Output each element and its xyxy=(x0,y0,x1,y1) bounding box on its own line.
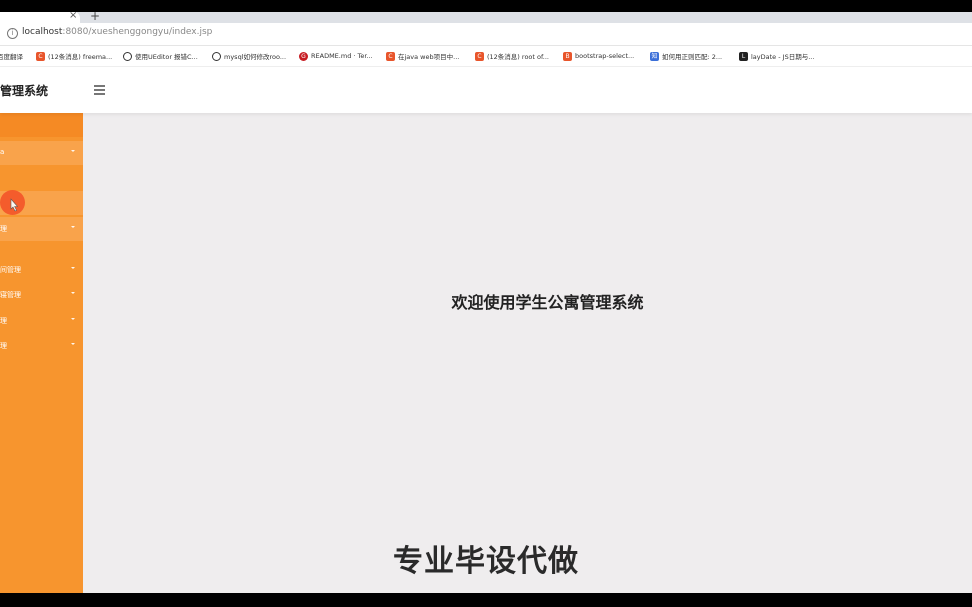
url-path: :8080/xueshenggongyu/index.jsp xyxy=(62,27,213,37)
click-highlight-circle xyxy=(0,190,25,215)
tab-close-button[interactable]: × xyxy=(69,12,77,21)
zhihu-icon: 知 xyxy=(650,51,659,61)
github-icon xyxy=(212,51,221,61)
welcome-message: 欢迎使用学生公寓管理系统 xyxy=(451,293,644,312)
chevron-down-icon xyxy=(71,150,75,152)
address-bar[interactable]: i localhost:8080/xueshenggongyu/index.js… xyxy=(0,23,972,46)
github-icon xyxy=(123,51,132,61)
browser-window: × + i localhost:8080/xueshenggongyu/inde… xyxy=(0,12,972,593)
layui-icon: L xyxy=(739,51,748,61)
bookmark-6[interactable]: C (12条消息) root of... xyxy=(475,51,549,61)
sidebar-item-0[interactable]: a xyxy=(0,141,83,165)
bookmark-9[interactable]: LlayDate - JS日期与... xyxy=(739,51,814,61)
sidebar-item-8[interactable]: 理 xyxy=(0,334,83,358)
video-watermark-caption: 专业毕设代做 xyxy=(393,544,579,579)
sidebar-item-7[interactable]: 理 xyxy=(0,309,83,333)
sidebar-item-1[interactable] xyxy=(0,166,83,190)
info-icon[interactable]: i xyxy=(7,28,18,39)
csdn-icon: C xyxy=(475,51,484,61)
csdn-icon: C xyxy=(36,51,45,61)
bookmark-0[interactable]: 百度翻译 xyxy=(0,51,23,61)
mouse-pointer-icon xyxy=(10,198,19,212)
url-text[interactable]: localhost:8080/xueshenggongyu/index.jsp xyxy=(22,27,212,37)
bookmark-4[interactable]: G README.md · Ter... xyxy=(299,51,373,61)
csdn-icon: C xyxy=(386,51,395,61)
sidebar: a 理 间管理 寝管理 理 理 xyxy=(0,113,83,593)
sidebar-header xyxy=(0,113,83,137)
bootstrap-icon: B xyxy=(563,51,572,61)
main-content: 欢迎使用学生公寓管理系统 xyxy=(83,113,972,593)
new-tab-button[interactable]: + xyxy=(90,12,100,23)
chevron-down-icon xyxy=(71,267,75,269)
bookmark-1[interactable]: C (12条消息) freema... xyxy=(36,51,112,61)
bookmark-8[interactable]: 知如何用正则匹配: 2... xyxy=(650,51,722,61)
bookmark-2[interactable]: 使用UEditor 报错C... xyxy=(123,51,198,61)
url-host: localhost xyxy=(22,27,63,37)
chevron-down-icon xyxy=(71,226,75,228)
tab-strip: × + xyxy=(0,12,972,23)
chevron-down-icon xyxy=(71,318,75,320)
sidebar-item-5[interactable]: 间管理 xyxy=(0,258,83,282)
sidebar-item-6[interactable]: 寝管理 xyxy=(0,283,83,307)
chevron-down-icon xyxy=(71,292,75,294)
bookmark-5[interactable]: C 在java web项目中... xyxy=(386,51,459,61)
active-tab[interactable]: × xyxy=(0,12,80,23)
gitee-icon: G xyxy=(299,51,308,61)
bookmark-3[interactable]: mysql如何修改roo... xyxy=(212,51,286,61)
app-title: 管理系统 xyxy=(0,84,49,98)
sidebar-item-3[interactable]: 理 xyxy=(0,217,83,241)
bookmarks-bar: 百度翻译 C (12条消息) freema... 使用UEditor 报错C...… xyxy=(0,46,972,67)
app-header: 管理系统 xyxy=(0,67,972,113)
chevron-down-icon xyxy=(71,343,75,345)
hamburger-menu-icon[interactable] xyxy=(94,85,105,97)
bookmark-7[interactable]: Bbootstrap-select... xyxy=(563,51,634,61)
